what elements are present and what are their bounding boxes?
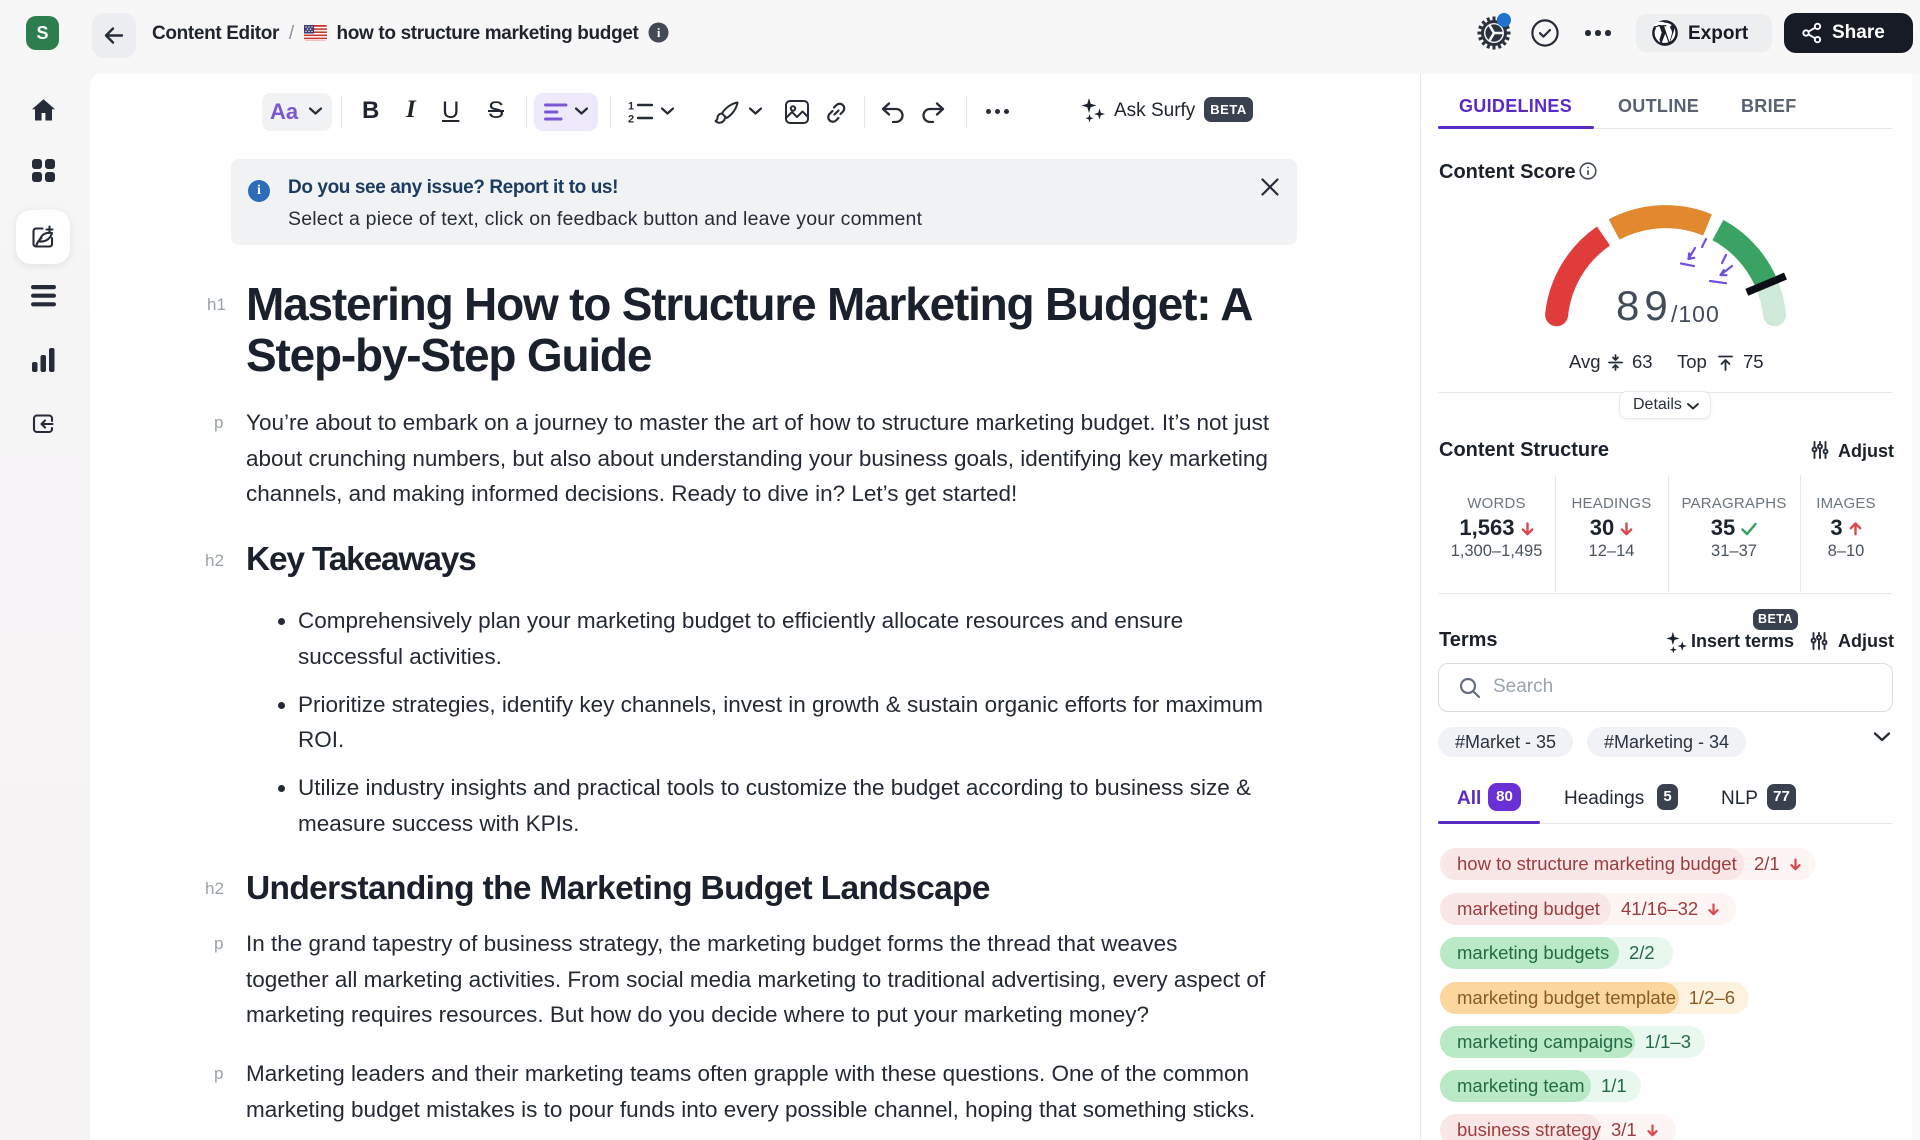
svg-text:1: 1	[628, 101, 634, 113]
svg-text:2: 2	[628, 114, 634, 125]
